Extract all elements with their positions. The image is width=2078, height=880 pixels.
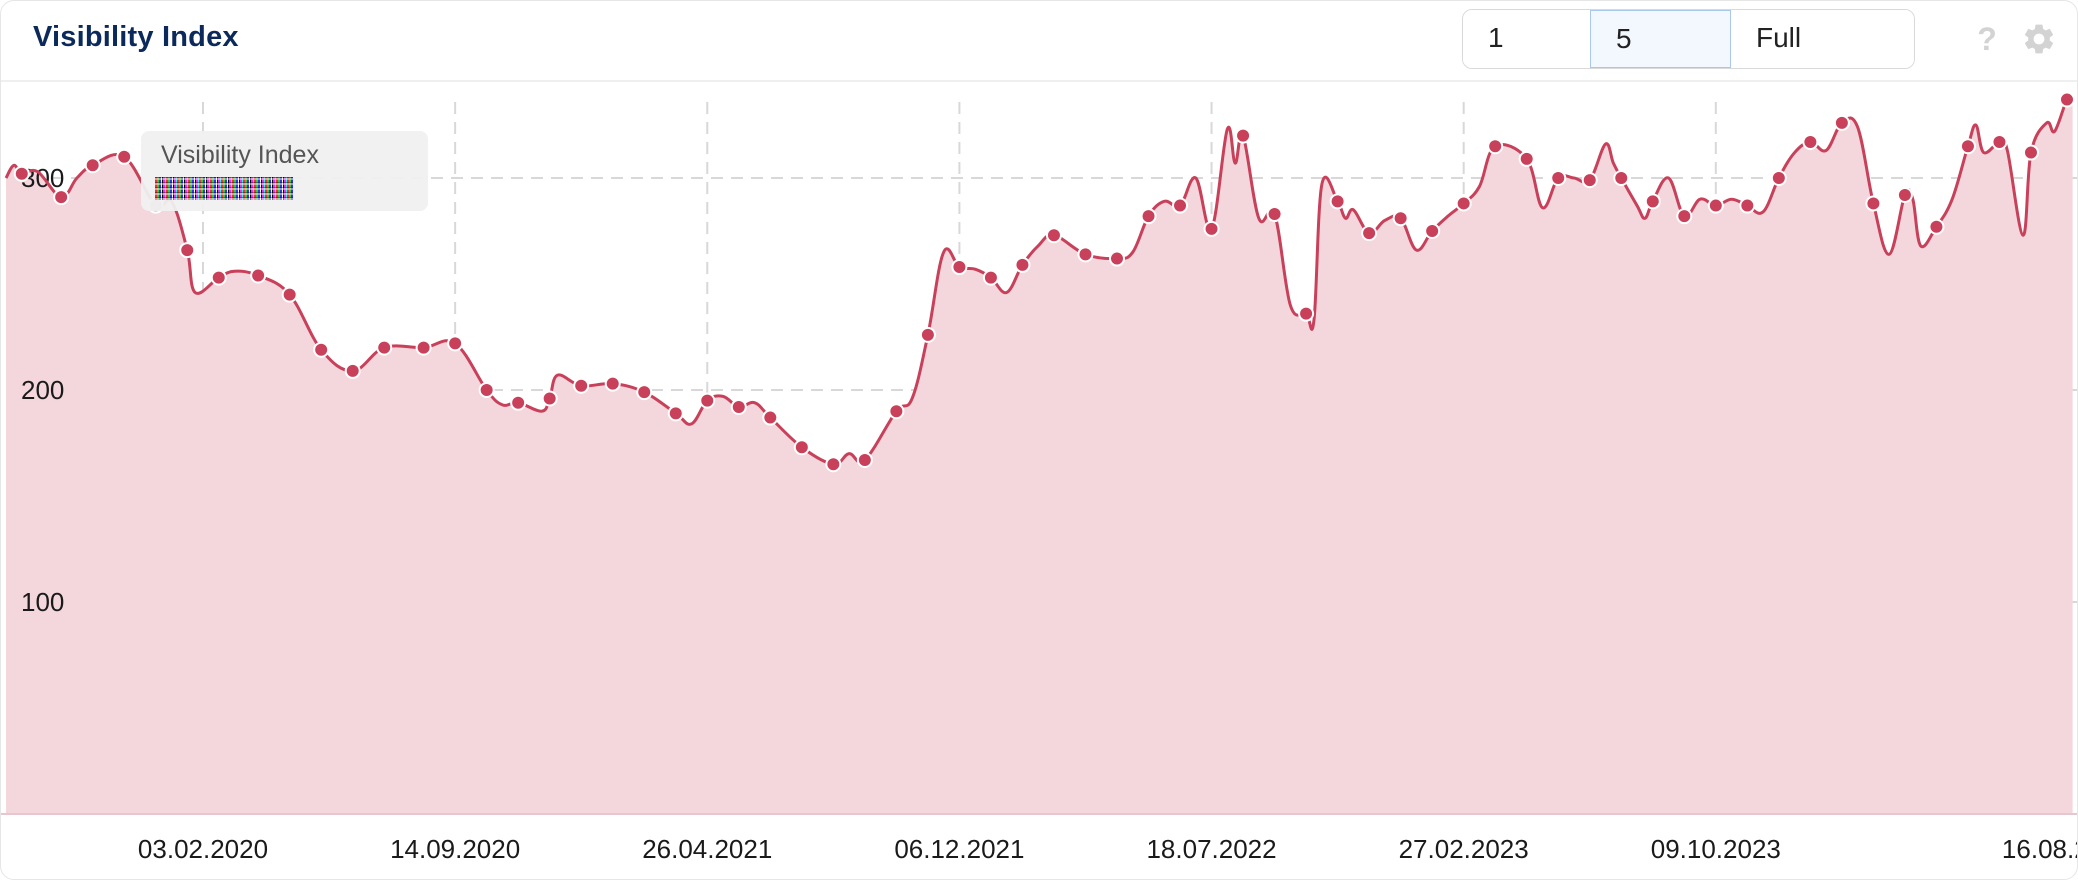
data-point[interactable]	[1865, 195, 1882, 212]
data-point[interactable]	[376, 339, 393, 356]
chart-tooltip: Visibility Index	[141, 131, 428, 211]
data-point[interactable]	[541, 390, 558, 407]
data-point[interactable]	[53, 189, 70, 206]
data-point[interactable]	[730, 398, 747, 415]
data-point[interactable]	[1896, 186, 1913, 203]
data-point[interactable]	[1739, 197, 1756, 214]
data-point[interactable]	[116, 148, 133, 165]
data-point[interactable]	[762, 409, 779, 426]
data-point[interactable]	[2059, 91, 2075, 108]
data-point[interactable]	[1014, 256, 1031, 273]
data-point[interactable]	[1676, 208, 1693, 225]
x-tick-label: 14.09.2020	[390, 834, 520, 864]
time-range-selector: 1 Year 5 Years Full history	[1462, 9, 1915, 69]
data-point[interactable]	[604, 375, 621, 392]
chart-title: Visibility Index	[33, 21, 239, 53]
data-point[interactable]	[1959, 138, 1976, 155]
tooltip-value-redacted	[155, 177, 293, 200]
data-point[interactable]	[415, 339, 432, 356]
range-button-full-history[interactable]: Full history	[1731, 10, 1914, 68]
question-mark-icon[interactable]: ?	[1973, 19, 2001, 59]
data-point[interactable]	[951, 259, 968, 276]
data-point[interactable]	[1361, 225, 1378, 242]
data-point[interactable]	[1266, 206, 1283, 223]
data-point[interactable]	[1770, 170, 1787, 186]
data-point[interactable]	[1455, 195, 1472, 212]
data-point[interactable]	[919, 326, 936, 343]
visibility-index-card: Visibility Index 1 Year 5 Years Full his…	[0, 0, 2078, 880]
x-tick-label: 03.02.2020	[138, 834, 268, 864]
data-point[interactable]	[281, 286, 298, 303]
data-point[interactable]	[636, 384, 653, 401]
data-point[interactable]	[699, 392, 716, 409]
y-tick-label: 200	[21, 375, 64, 405]
data-point[interactable]	[1424, 223, 1441, 239]
data-point[interactable]	[1077, 246, 1094, 263]
data-point[interactable]	[1392, 210, 1409, 227]
x-tick-label: 27.02.2023	[1399, 834, 1529, 864]
data-point[interactable]	[179, 242, 196, 259]
data-point[interactable]	[344, 362, 361, 379]
data-point[interactable]	[1518, 150, 1535, 167]
data-point[interactable]	[1802, 133, 1819, 150]
data-point[interactable]	[250, 267, 267, 284]
data-point[interactable]	[667, 405, 684, 422]
tooltip-title: Visibility Index	[161, 141, 319, 169]
data-point[interactable]	[1172, 197, 1189, 214]
data-point[interactable]	[2022, 144, 2039, 161]
data-point[interactable]	[793, 439, 810, 456]
data-point[interactable]	[1991, 133, 2008, 150]
x-tick-label: 06.12.2021	[894, 834, 1024, 864]
range-button-5-years[interactable]: 5 Years	[1590, 10, 1731, 68]
data-point[interactable]	[1235, 127, 1252, 144]
data-point[interactable]	[84, 157, 101, 174]
data-point[interactable]	[825, 456, 842, 473]
data-point[interactable]	[13, 165, 30, 182]
data-point[interactable]	[856, 451, 873, 468]
data-point[interactable]	[1045, 227, 1062, 244]
data-point[interactable]	[1140, 208, 1157, 225]
x-tick-label: 16.08.2024	[2002, 834, 2078, 864]
data-point[interactable]	[447, 335, 464, 352]
data-point[interactable]	[313, 341, 330, 358]
data-point[interactable]	[1707, 197, 1724, 214]
gear-icon[interactable]	[2021, 21, 2057, 57]
data-point[interactable]	[210, 269, 227, 286]
data-point[interactable]	[1329, 193, 1346, 210]
data-point[interactable]	[1487, 138, 1504, 155]
data-point[interactable]	[888, 403, 905, 420]
range-button-1-year[interactable]: 1 Year	[1463, 10, 1590, 68]
data-point[interactable]	[510, 394, 527, 411]
data-point[interactable]	[1581, 172, 1598, 189]
data-point[interactable]	[1203, 220, 1220, 237]
x-axis-labels: 03.02.2020 14.09.2020 26.04.2021 06.12.2021…	[138, 834, 2078, 864]
data-point[interactable]	[1550, 170, 1567, 186]
data-point[interactable]	[982, 269, 999, 286]
data-point[interactable]	[1928, 218, 1945, 235]
data-point[interactable]	[1644, 193, 1661, 210]
data-point[interactable]	[478, 382, 495, 398]
data-point[interactable]	[1833, 114, 1850, 131]
data-point[interactable]	[1108, 250, 1125, 267]
data-point[interactable]	[573, 377, 590, 394]
y-tick-label: 100	[21, 587, 64, 617]
data-point[interactable]	[1298, 305, 1315, 322]
x-tick-label: 18.07.2022	[1146, 834, 1276, 864]
data-point[interactable]	[1613, 170, 1630, 186]
card-header: Visibility Index 1 Year 5 Years Full his…	[1, 1, 2077, 82]
x-tick-label: 09.10.2023	[1651, 834, 1781, 864]
x-tick-label: 26.04.2021	[642, 834, 772, 864]
